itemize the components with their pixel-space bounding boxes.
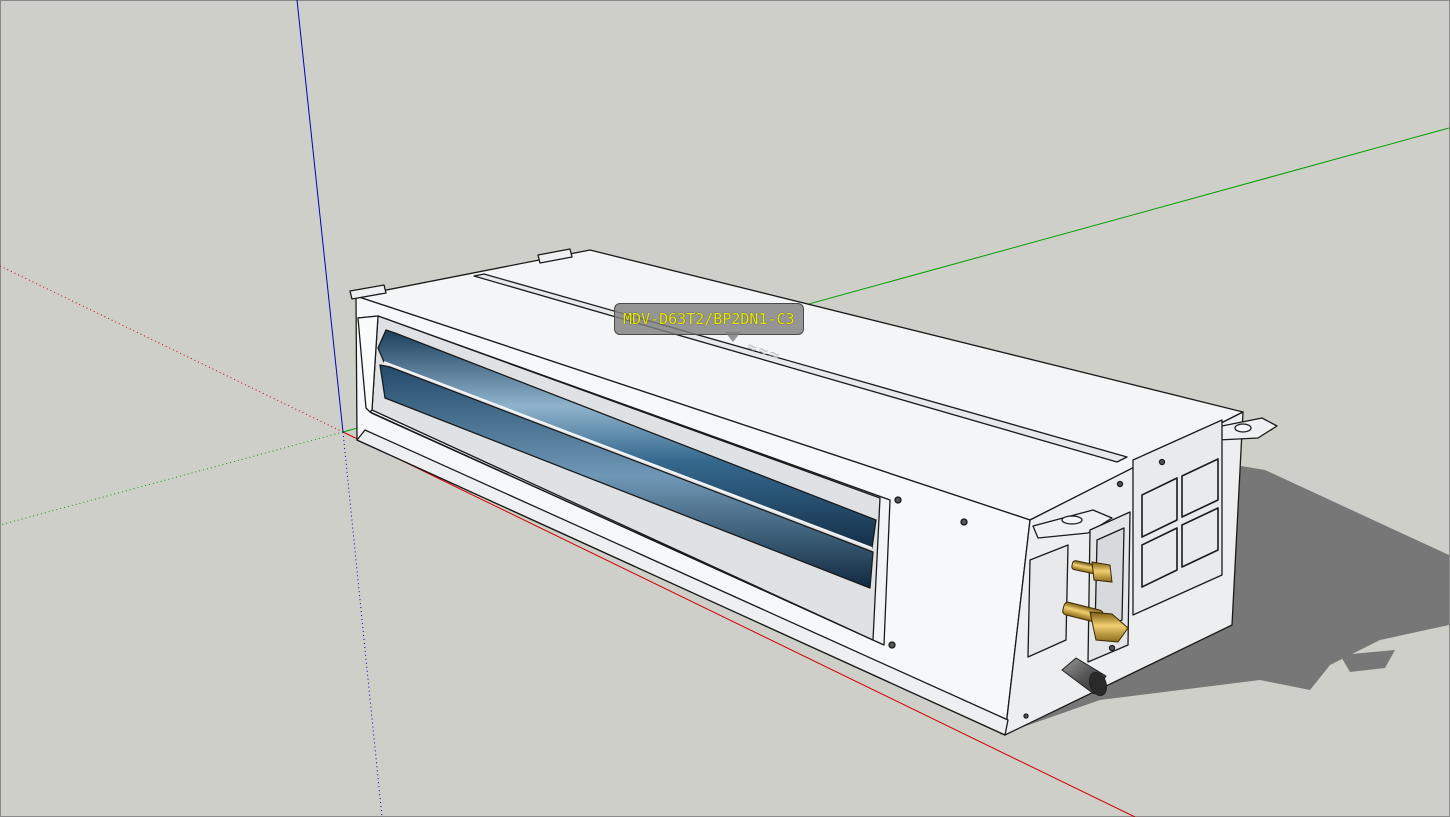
y-axis-negative <box>0 431 344 526</box>
component-tooltip: MDV-D63T2/BP2DN1-C3 <box>614 303 804 335</box>
x-axis-negative <box>0 265 344 433</box>
access-panel <box>1027 544 1069 658</box>
component-name-label: MDV-D63T2/BP2DN1-C3 <box>623 310 795 328</box>
modeling-viewport[interactable]: ≈≈≈ MDV-D63T2/BP2DN1-C3 <box>0 0 1450 817</box>
z-axis-negative <box>342 431 383 817</box>
z-axis-positive <box>296 0 344 433</box>
tooltip-pointer <box>725 332 741 342</box>
scene-canvas[interactable]: ≈≈≈ <box>0 0 1450 817</box>
ducted-ac-unit-icon[interactable] <box>349 248 1278 736</box>
